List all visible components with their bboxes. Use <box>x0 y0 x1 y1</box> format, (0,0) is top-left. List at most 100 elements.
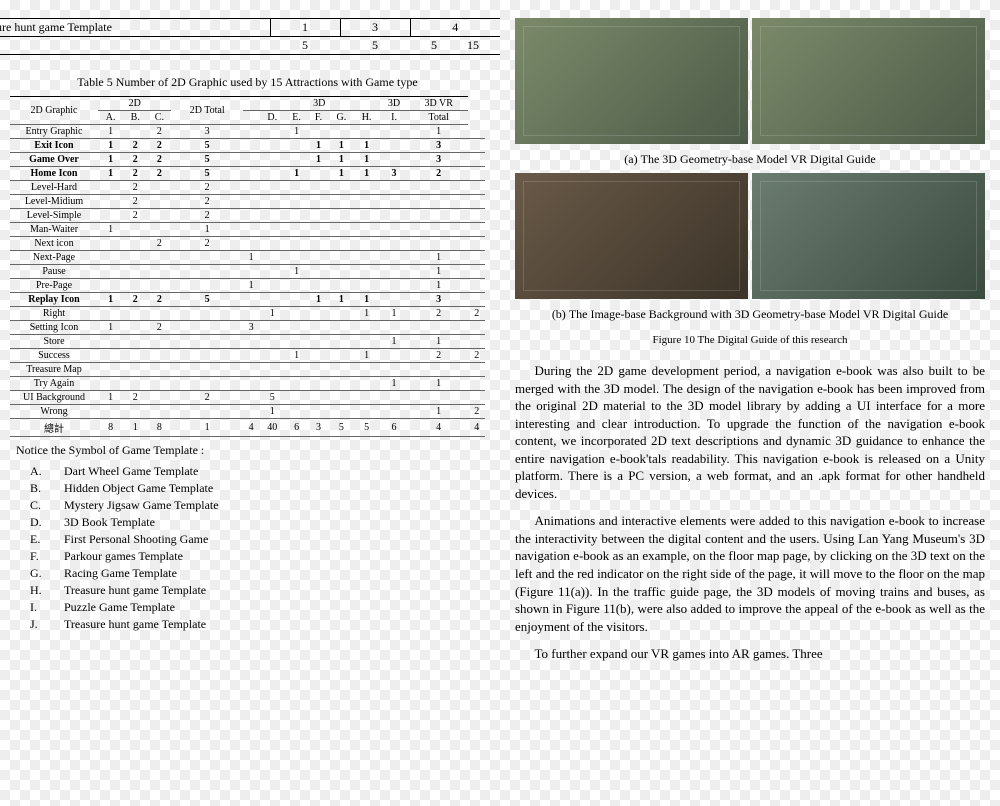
total-cell: 1 <box>123 419 147 437</box>
cell: 2 <box>123 195 147 209</box>
row-name: Next-Page <box>10 251 98 265</box>
cell <box>243 349 260 363</box>
cell <box>98 377 123 391</box>
legend-item: A.Dart Wheel Game Template <box>30 464 485 479</box>
cell <box>308 265 329 279</box>
legend-key: H. <box>30 583 64 598</box>
cell <box>147 251 171 265</box>
cell: 5 <box>259 391 285 405</box>
cell <box>123 377 147 391</box>
cell <box>379 209 409 223</box>
cell <box>243 167 260 181</box>
cell <box>123 279 147 293</box>
cell <box>123 349 147 363</box>
cell <box>259 153 285 167</box>
frag-r2-c3: 5 <box>431 38 437 52</box>
cell <box>354 363 379 377</box>
hdr-2dgraphic: 2D Graphic <box>10 97 98 125</box>
cell <box>379 153 409 167</box>
cell <box>171 251 242 265</box>
cell: 1 <box>379 377 409 391</box>
cell <box>354 125 379 139</box>
total-cell: 5 <box>329 419 354 437</box>
cell: 1 <box>354 349 379 363</box>
cell: 1 <box>308 293 329 307</box>
cell <box>259 293 285 307</box>
cell <box>379 279 409 293</box>
legend-key: J. <box>30 617 64 632</box>
cell <box>354 391 379 405</box>
cell <box>147 377 171 391</box>
cell <box>259 349 285 363</box>
frag-r2-c1: 5 <box>270 37 340 55</box>
cell <box>243 139 260 153</box>
cell: 2 <box>468 349 485 363</box>
cell <box>329 405 354 419</box>
col-header: G. <box>329 111 354 125</box>
frag-row2-label: al <box>0 37 270 55</box>
paragraph-1: During the 2D game development period, a… <box>515 362 985 502</box>
cell <box>308 209 329 223</box>
row-name: Store <box>10 335 98 349</box>
cell <box>379 349 409 363</box>
row-name: Home Icon <box>10 167 98 181</box>
figure-a-left-image <box>515 18 748 144</box>
cell <box>329 363 354 377</box>
cell <box>243 377 260 391</box>
cell: 2 <box>147 153 171 167</box>
figure-b-images <box>515 173 985 299</box>
left-column: asure hunt game Template 1 3 4 al 5 5 5 … <box>10 0 485 673</box>
cell <box>308 307 329 321</box>
legend-key: G. <box>30 566 64 581</box>
cell <box>123 405 147 419</box>
cell <box>259 195 285 209</box>
cell <box>147 195 171 209</box>
cell <box>409 237 468 251</box>
cell <box>354 405 379 419</box>
cell: 2 <box>171 237 242 251</box>
cell <box>409 363 468 377</box>
cell <box>409 195 468 209</box>
cell <box>243 363 260 377</box>
cell: 2 <box>123 209 147 223</box>
cell <box>259 363 285 377</box>
row-name: Next icon <box>10 237 98 251</box>
cell <box>308 223 329 237</box>
cell <box>468 139 485 153</box>
cell: 1 <box>329 293 354 307</box>
cell: 1 <box>354 153 379 167</box>
cell: 1 <box>329 139 354 153</box>
cell <box>98 405 123 419</box>
cell <box>329 321 354 335</box>
cell <box>285 181 308 195</box>
cell <box>354 251 379 265</box>
frag-r2-c4: 15 <box>467 38 479 52</box>
hdr-3d-a: 3D <box>259 97 379 111</box>
cell <box>147 223 171 237</box>
cell: 1 <box>98 321 123 335</box>
cell <box>285 405 308 419</box>
cell: 1 <box>285 167 308 181</box>
cell <box>379 265 409 279</box>
cell <box>259 251 285 265</box>
cell <box>123 321 147 335</box>
cell <box>329 335 354 349</box>
cell: 5 <box>171 139 242 153</box>
cell <box>329 265 354 279</box>
figure-a-caption: (a) The 3D Geometry-base Model VR Digita… <box>515 152 985 167</box>
cell <box>147 391 171 405</box>
col-header: H. <box>354 111 379 125</box>
cell <box>468 223 485 237</box>
cell <box>243 195 260 209</box>
cell <box>308 321 329 335</box>
col-header: D. <box>259 111 285 125</box>
cell: 1 <box>285 349 308 363</box>
cell: 1 <box>98 139 123 153</box>
cell: 1 <box>354 139 379 153</box>
cell <box>308 251 329 265</box>
cell <box>329 279 354 293</box>
cell: 2 <box>147 139 171 153</box>
cell: 1 <box>409 405 468 419</box>
legend-item: B.Hidden Object Game Template <box>30 481 485 496</box>
figure-a-text: The 3D Geometry-base Model VR Digital Gu… <box>641 152 876 166</box>
